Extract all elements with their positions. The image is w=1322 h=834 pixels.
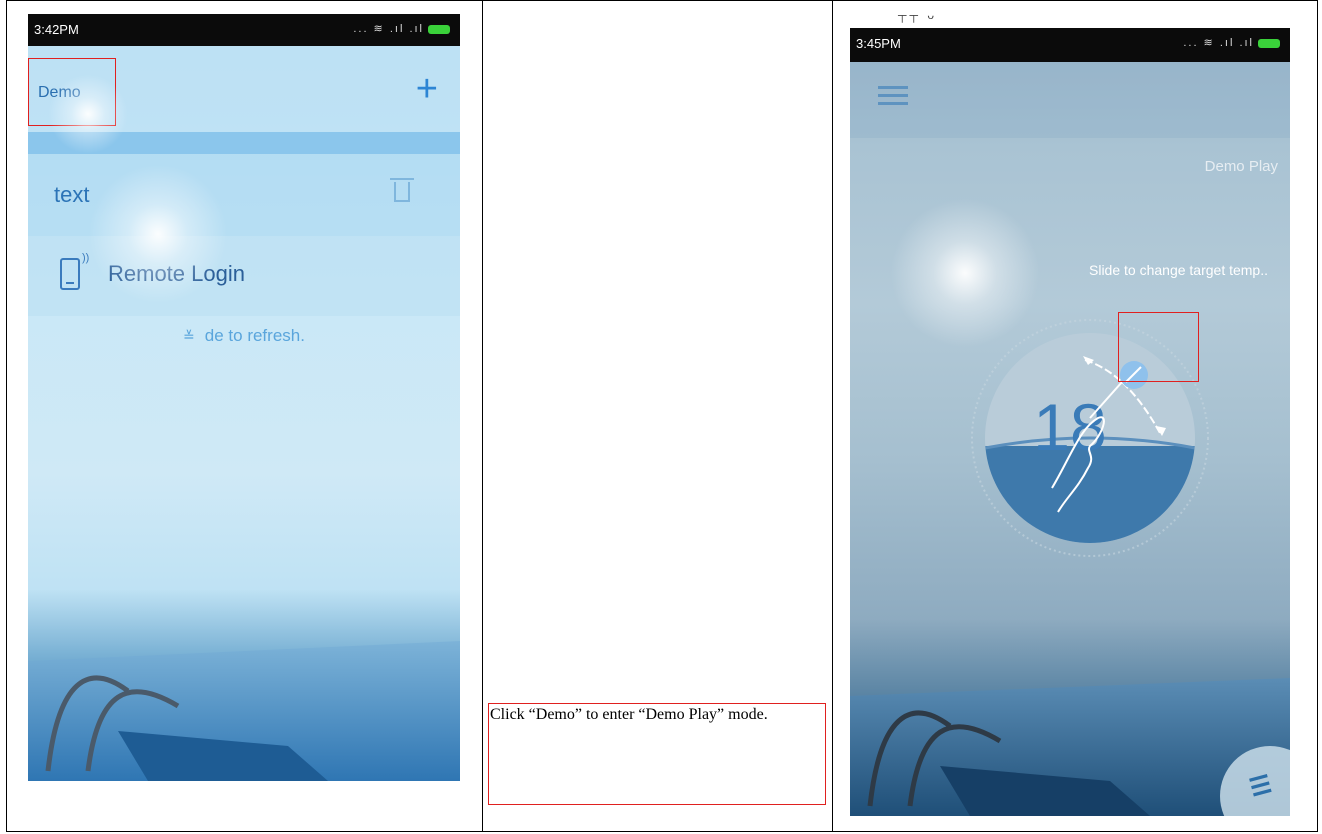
slide-hint: Slide to change target temp.. — [1089, 262, 1268, 278]
column-divider — [482, 0, 483, 832]
pool-background-image — [28, 641, 460, 781]
sun-glare — [88, 164, 228, 304]
status-time: 3:42PM — [34, 22, 79, 37]
phone-signal-icon — [60, 258, 80, 290]
column-divider — [832, 0, 833, 832]
logo-icon: ☰ — [1246, 770, 1275, 803]
status-bar: 3:42PM ... ≋ .ıl .ıl — [28, 14, 460, 46]
left-phone-screenshot: 3:42PM ... ≋ .ıl .ıl Demo + text )) Remo… — [28, 14, 460, 781]
right-phone-screenshot: 3:45PM ... ≋ .ıl .ıl Demo Play Slide to … — [850, 28, 1290, 816]
trash-icon[interactable] — [390, 178, 414, 202]
battery-icon — [428, 24, 450, 34]
sun-glare — [48, 74, 128, 154]
battery-icon — [1258, 38, 1280, 48]
instruction-caption: Click “Demo” to enter “Demo Play” mode. — [490, 706, 768, 723]
list-item-label: text — [54, 182, 90, 207]
pull-to-refresh-hint: ≚ de to refresh. — [183, 326, 305, 345]
demo-play-label: Demo Play — [1204, 158, 1278, 175]
menu-icon[interactable] — [878, 86, 908, 106]
top-marks: ┬┬ ᴗ — [898, 8, 938, 22]
chevron-down-icon: ≚ — [183, 328, 195, 344]
status-icons: ... ≋ .ıl .ıl — [1183, 36, 1280, 49]
dial-highlight-box — [1118, 312, 1199, 382]
add-button[interactable]: + — [416, 70, 438, 108]
status-time: 3:45PM — [856, 36, 901, 51]
app-header — [850, 62, 1290, 138]
status-icons: ... ≋ .ıl .ıl — [353, 22, 450, 35]
status-bar: 3:45PM ... ≋ .ıl .ıl — [850, 28, 1290, 62]
